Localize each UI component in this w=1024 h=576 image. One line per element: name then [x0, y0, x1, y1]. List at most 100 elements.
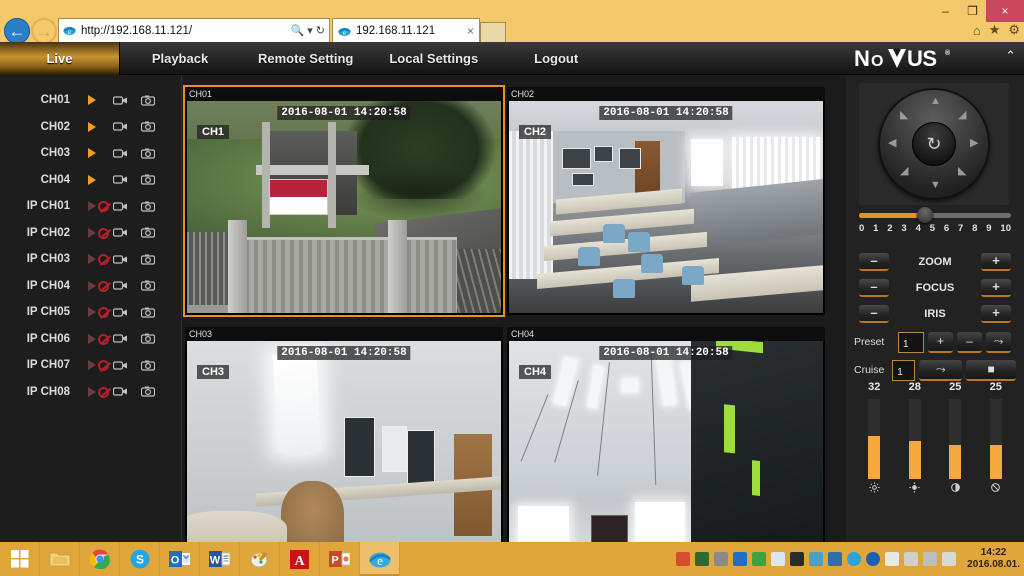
- gear-icon[interactable]: ⚙: [1008, 22, 1020, 38]
- video-record-icon[interactable]: [106, 148, 134, 159]
- tray-green-app-icon[interactable]: [695, 552, 710, 566]
- image-slider[interactable]: [854, 399, 895, 493]
- bluetooth-icon[interactable]: [866, 552, 881, 566]
- close-button[interactable]: ×: [986, 0, 1024, 22]
- tray-network-share-icon[interactable]: [714, 552, 729, 566]
- ptz-direction-pad[interactable]: ▲ ◢ ▶ ◣ ▼ ◢ ◀ ◣ ↻: [878, 88, 990, 200]
- image-slider[interactable]: [935, 399, 976, 493]
- speed-track[interactable]: [859, 207, 1011, 223]
- stream-disabled-icon[interactable]: [78, 280, 109, 292]
- paint-icon[interactable]: [240, 542, 280, 576]
- ptz-left-icon[interactable]: ◀: [888, 138, 896, 149]
- close-icon[interactable]: ×: [467, 24, 474, 38]
- video-tile-ch02[interactable]: CH02 2016-08-01 14:20:58 CH2: [507, 87, 825, 315]
- channel-row[interactable]: IP CH02: [12, 220, 175, 247]
- camera-snapshot-icon[interactable]: [134, 333, 162, 344]
- ptz-joystick[interactable]: ▲ ◢ ▶ ◣ ▼ ◢ ◀ ◣ ↻: [859, 83, 1009, 205]
- ptz-speed-slider[interactable]: 0 1 2 3 4 5 6 7 8 9 10: [859, 207, 1011, 234]
- video-tile-ch01[interactable]: CH01 2016-08-01 14:20:58 CH1: [183, 85, 505, 317]
- ptz-down-right-icon[interactable]: ◣: [958, 166, 966, 177]
- browser-tab[interactable]: e 192.168.11.121 ×: [332, 18, 480, 43]
- star-icon[interactable]: ★: [989, 22, 1001, 38]
- tab-live[interactable]: Live: [0, 42, 120, 75]
- preset-remove-button[interactable]: –: [957, 331, 982, 353]
- powerpoint-icon[interactable]: P: [320, 542, 360, 576]
- word-icon[interactable]: W: [200, 542, 240, 576]
- ptz-right-icon[interactable]: ▶: [970, 138, 978, 149]
- stream-play-icon[interactable]: [78, 95, 106, 106]
- image-slider[interactable]: [976, 399, 1017, 493]
- back-arrow-icon[interactable]: ←: [4, 18, 30, 44]
- auto-scan-icon[interactable]: ↻: [912, 122, 956, 166]
- tab-local-settings[interactable]: Local Settings: [371, 42, 496, 75]
- tab-logout[interactable]: Logout: [496, 42, 616, 75]
- image-slider-track[interactable]: [949, 399, 962, 479]
- cruise-stop-button[interactable]: ■: [966, 359, 1016, 381]
- ptz-up-left-icon[interactable]: ◣: [900, 110, 908, 121]
- zoom-plus-button[interactable]: +: [981, 252, 1011, 271]
- speed-knob[interactable]: [916, 207, 933, 223]
- address-bar[interactable]: e http://192.168.11.121/ 🔍 ▾ ↻: [58, 18, 330, 43]
- preset-goto-button[interactable]: ⤳: [986, 331, 1011, 353]
- stream-disabled-icon[interactable]: [78, 307, 109, 319]
- video-record-icon[interactable]: [106, 360, 134, 371]
- channel-row[interactable]: IP CH01: [12, 193, 175, 220]
- cruise-start-button[interactable]: ⤳: [919, 359, 963, 381]
- stream-disabled-icon[interactable]: [78, 360, 109, 372]
- skype-icon[interactable]: S: [120, 542, 160, 576]
- tab-playback[interactable]: Playback: [120, 42, 240, 75]
- preset-input[interactable]: 1: [898, 331, 924, 353]
- volume-muted-icon[interactable]: [942, 552, 957, 566]
- outlook-icon[interactable]: O: [160, 542, 200, 576]
- camera-snapshot-icon[interactable]: [134, 280, 162, 291]
- tab-remote-setting[interactable]: Remote Setting: [240, 42, 371, 75]
- google-chrome-icon[interactable]: [80, 542, 120, 576]
- nav-collapse-icon[interactable]: ⌃: [1005, 48, 1016, 64]
- start-button[interactable]: [0, 542, 40, 576]
- new-tab-button[interactable]: [480, 22, 506, 43]
- image-slider-track[interactable]: [908, 399, 921, 479]
- ptz-down-left-icon[interactable]: ◢: [900, 166, 908, 177]
- tray-circle-e-icon[interactable]: [847, 552, 862, 566]
- stream-disabled-icon[interactable]: [78, 227, 109, 239]
- camera-snapshot-icon[interactable]: [134, 254, 162, 265]
- ptz-down-icon[interactable]: ▼: [930, 180, 941, 191]
- minimize-button[interactable]: –: [932, 0, 959, 22]
- stream-play-icon[interactable]: [78, 174, 106, 185]
- video-record-icon[interactable]: [106, 254, 134, 265]
- ptz-up-right-icon[interactable]: ◢: [958, 110, 966, 121]
- tray-teamviewer-icon[interactable]: [809, 552, 824, 566]
- channel-row[interactable]: IP CH07: [12, 352, 175, 379]
- camera-snapshot-icon[interactable]: [134, 386, 162, 397]
- address-input[interactable]: http://192.168.11.121/: [81, 25, 291, 37]
- restore-button[interactable]: ❐: [959, 0, 986, 22]
- cruise-input[interactable]: 1: [892, 359, 916, 381]
- action-center-icon[interactable]: [885, 552, 900, 566]
- camera-snapshot-icon[interactable]: [134, 227, 162, 238]
- stream-play-icon[interactable]: [78, 148, 106, 159]
- file-explorer-icon[interactable]: [40, 542, 80, 576]
- battery-icon[interactable]: [904, 552, 919, 566]
- channel-row[interactable]: CH03: [12, 140, 175, 167]
- channel-row[interactable]: IP CH05: [12, 299, 175, 326]
- iris-plus-button[interactable]: +: [981, 304, 1011, 323]
- video-tile-ch04[interactable]: CH04 2016-08-01 14:20:58 CH4: [507, 327, 825, 555]
- channel-row[interactable]: CH02: [12, 114, 175, 141]
- acrobat-reader-icon[interactable]: A: [280, 542, 320, 576]
- channel-row[interactable]: IP CH04: [12, 273, 175, 300]
- focus-minus-button[interactable]: –: [859, 278, 889, 297]
- camera-snapshot-icon[interactable]: [134, 307, 162, 318]
- tray-check-icon[interactable]: [752, 552, 767, 566]
- image-slider[interactable]: [895, 399, 936, 493]
- video-tile-ch03[interactable]: CH03 2016-08-01 14:20:58 CH3: [185, 327, 503, 555]
- camera-snapshot-icon[interactable]: [134, 201, 162, 212]
- home-icon[interactable]: ⌂: [973, 23, 981, 38]
- taskbar-clock[interactable]: 14:22 2016.08.01.: [967, 547, 1020, 571]
- tray-outlook-icon[interactable]: [733, 552, 748, 566]
- stream-disabled-icon[interactable]: [78, 386, 109, 398]
- camera-snapshot-icon[interactable]: [134, 148, 162, 159]
- channel-row[interactable]: CH01: [12, 87, 175, 114]
- image-slider-track[interactable]: [868, 399, 881, 479]
- zoom-minus-button[interactable]: –: [859, 252, 889, 271]
- stream-play-icon[interactable]: [78, 121, 106, 132]
